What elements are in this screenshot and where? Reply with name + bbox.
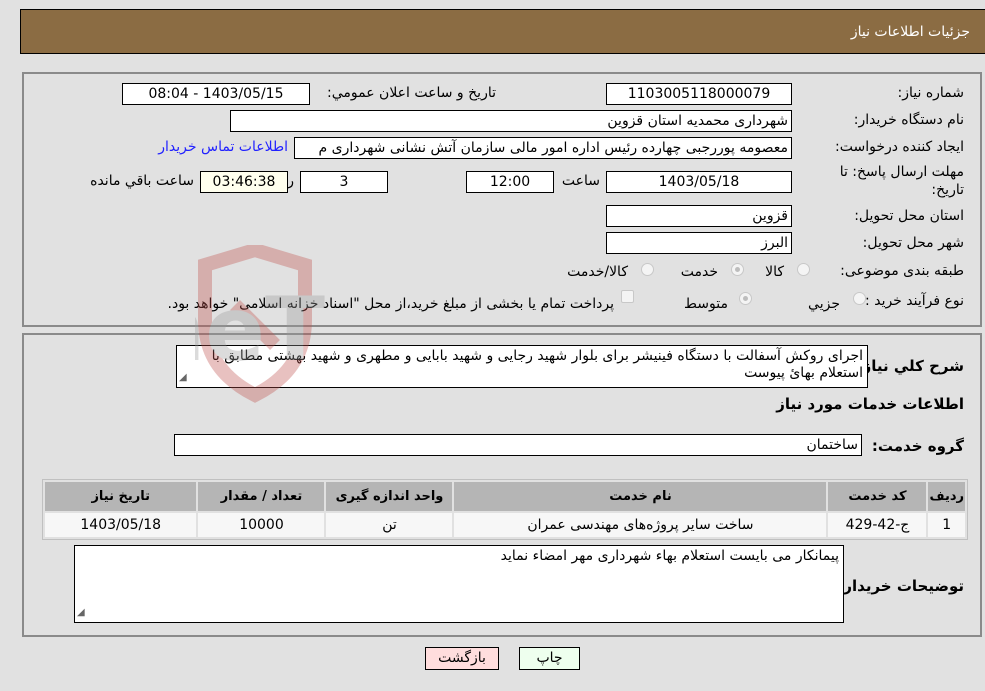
process-option-medium: متوسط: [684, 296, 728, 312]
cell-row-number: 1: [928, 513, 965, 537]
description-label: شرح کلي نیاز:: [856, 357, 964, 375]
category-label: طبقه بندی موضوعی:: [840, 263, 964, 279]
process-option-minor: جزيي: [808, 296, 840, 312]
category-option-goods-service: کالا/خدمت: [567, 264, 628, 280]
services-section-title: اطلاعات خدمات مورد نیاز: [776, 395, 964, 413]
col-header-unit: واحد اندازه گیری: [326, 482, 453, 511]
announce-datetime-label: تاریخ و ساعت اعلان عمومي:: [327, 85, 496, 101]
process-radio-minor[interactable]: [853, 292, 866, 305]
delivery-city-field: البرز: [606, 232, 792, 254]
cell-quantity: 10000: [198, 513, 325, 537]
services-panel: شرح کلي نیاز: اجرای روکش آسفالت با دستگا…: [22, 333, 982, 637]
treasury-checkbox[interactable]: [621, 290, 634, 303]
announce-datetime-field: 1403/05/15 - 08:04: [122, 83, 310, 105]
col-header-name: نام خدمت: [454, 482, 827, 511]
buyer-org-label: نام دستگاه خریدار:: [853, 112, 964, 128]
category-option-goods: کالا: [765, 264, 784, 280]
delivery-province-label: استان محل تحویل:: [854, 208, 964, 224]
buyer-notes-text: پیمانکار می بایست استعلام بهاء شهرداری م…: [500, 548, 839, 564]
requester-label: ایجاد کننده درخواست:: [835, 139, 964, 155]
deadline-time-field: 12:00: [466, 171, 554, 193]
category-radio-goods-service[interactable]: [641, 263, 654, 276]
need-number-field: 1103005118000079: [606, 83, 792, 105]
col-header-date: تاریخ نیاز: [45, 482, 197, 511]
cell-unit: تن: [326, 513, 453, 537]
page-title: جزئیات اطلاعات نیاز: [850, 24, 970, 40]
col-header-row: ردیف: [928, 482, 965, 511]
service-group-label: گروه خدمت:: [871, 437, 964, 455]
delivery-city-label: شهر محل تحویل:: [862, 235, 964, 251]
category-radio-goods[interactable]: [797, 263, 810, 276]
deadline-label-line2: تاریخ:: [931, 182, 964, 198]
resize-grip-icon[interactable]: ◢: [179, 369, 187, 386]
treasury-note: پرداخت تمام یا بخشی از مبلغ خرید،از محل …: [167, 296, 614, 312]
days-remaining-field: 3: [300, 171, 388, 193]
buyer-org-field: شهرداری محمدیه استان قزوین: [230, 110, 792, 132]
delivery-province-field: قزوین: [606, 205, 792, 227]
time-remaining-field: 03:46:38: [200, 171, 288, 193]
category-radio-service[interactable]: [731, 263, 744, 276]
cell-need-date: 1403/05/18: [45, 513, 197, 537]
description-text: اجرای روکش آسفالت با دستگاه فینیشر برای …: [211, 348, 863, 381]
col-header-quantity: تعداد / مقدار: [198, 482, 325, 511]
services-table: ردیف کد خدمت نام خدمت واحد اندازه گیری ت…: [42, 479, 968, 540]
requester-field: معصومه پوررجبی چهارده رئیس اداره امور ما…: [294, 137, 792, 159]
buyer-notes-textarea[interactable]: پیمانکار می بایست استعلام بهاء شهرداری م…: [74, 545, 844, 623]
cell-service-name: ساخت سایر پروژه‌های مهندسی عمران: [454, 513, 827, 537]
time-remaining-label: ساعت باقي مانده: [90, 173, 194, 189]
deadline-time-label: ساعت: [561, 173, 600, 189]
service-group-field: ساختمان: [174, 434, 862, 456]
buyer-notes-label: توضیحات خریدار:: [837, 577, 964, 595]
table-row: 1 ج-42-429 ساخت سایر پروژه‌های مهندسی عم…: [45, 513, 965, 537]
back-button[interactable]: بازگشت: [425, 647, 499, 670]
buyer-contact-link[interactable]: اطلاعات تماس خریدار: [158, 139, 288, 155]
deadline-date-field: 1403/05/18: [606, 171, 792, 193]
description-textarea[interactable]: اجرای روکش آسفالت با دستگاه فینیشر برای …: [176, 345, 868, 388]
need-number-label: شماره نیاز:: [897, 85, 965, 101]
deadline-label-line1: مهلت ارسال پاسخ: تا: [839, 164, 964, 180]
cell-service-code: ج-42-429: [828, 513, 927, 537]
services-table-header: ردیف کد خدمت نام خدمت واحد اندازه گیری ت…: [45, 482, 965, 511]
page-header: جزئیات اطلاعات نیاز: [20, 9, 985, 54]
category-option-service: خدمت: [680, 264, 718, 280]
col-header-code: کد خدمت: [828, 482, 927, 511]
process-radio-medium[interactable]: [739, 292, 752, 305]
need-info-panel: شماره نیاز: 1103005118000079 تاریخ و ساع…: [22, 72, 982, 327]
print-button[interactable]: چاپ: [519, 647, 580, 670]
purchase-process-label: نوع فرآیند خرید :: [865, 293, 964, 309]
resize-grip-icon[interactable]: ◢: [77, 604, 85, 621]
